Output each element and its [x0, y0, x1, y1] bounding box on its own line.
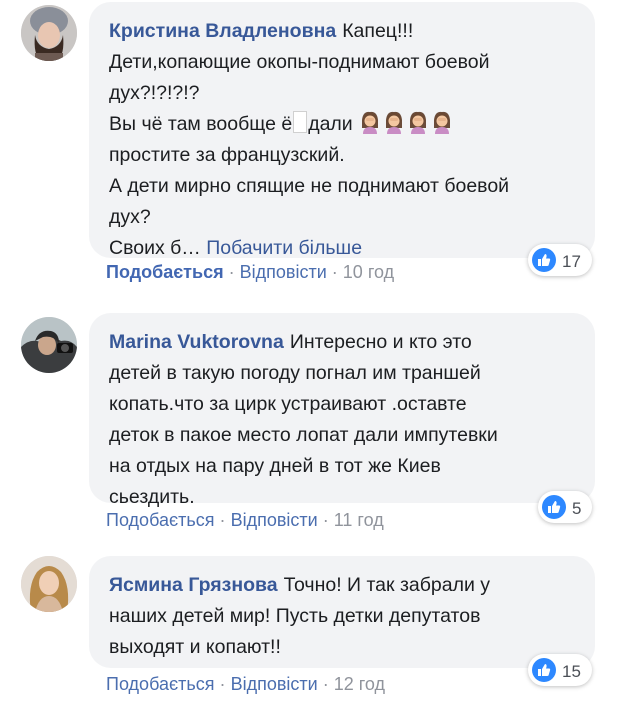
censored-glyph: [293, 111, 308, 133]
comment-text-line: дух?!?!?!?: [109, 82, 200, 104]
separator: ·: [322, 510, 329, 530]
reply-button[interactable]: Відповісти: [231, 674, 318, 694]
timestamp[interactable]: 10 год: [343, 262, 394, 282]
like-button[interactable]: Подобається: [106, 510, 215, 530]
reaction-number: 17: [562, 251, 581, 271]
reaction-count[interactable]: 5: [538, 491, 592, 523]
like-icon: [532, 248, 556, 272]
separator: ·: [322, 674, 329, 694]
reaction-number: 5: [572, 498, 582, 518]
comment-actions: Подобається · Відповісти · 12 год: [106, 674, 385, 695]
comment-text-line: на отдых на пару дней в тот же Киев: [109, 455, 441, 477]
separator: ·: [219, 510, 226, 530]
comment-text-line: дали: [308, 113, 353, 135]
comment-text-line: Дети,копающие окопы-поднимают боевой: [109, 51, 490, 73]
comment-text-line: Точно! И так забрали у: [283, 574, 491, 596]
see-more-link[interactable]: Побачити більше: [206, 237, 362, 259]
reply-button[interactable]: Відповісти: [240, 262, 327, 282]
comment-author[interactable]: Marina Vuktorovna: [109, 331, 284, 353]
separator: ·: [228, 262, 235, 282]
comment-actions: Подобається · Відповісти · 10 год: [106, 262, 394, 283]
comment-text-line: Капец!!!: [342, 20, 414, 42]
comment-text-line: Своих б…: [109, 237, 201, 259]
comment-bubble: Marina Vuktorovna Интересно и кто это дет…: [89, 313, 595, 508]
comment-text-line: простите за французский.: [109, 144, 345, 166]
like-button[interactable]: Подобається: [106, 674, 215, 694]
comment-bubble: Кристина Владленовна Капец!!! Дети,копающ…: [89, 2, 595, 259]
comment-text-line: деток в пакое место лопат дали импутевки: [109, 424, 498, 446]
comment-text-line: детей в такую погоду погнал им траншей: [109, 362, 481, 384]
reaction-number: 15: [562, 661, 581, 681]
reply-button[interactable]: Відповісти: [231, 510, 318, 530]
comment-text-line: сьездить.: [109, 486, 195, 508]
like-button[interactable]: Подобається: [106, 262, 224, 282]
comment-text-line: Интересно и кто это: [289, 331, 472, 353]
comment-text-line: копать.что за цирк устраивают .оставте: [109, 393, 467, 415]
comment-bubble: Ясмина Грязнова Точно! И так забрали у на…: [89, 556, 595, 668]
like-icon: [532, 658, 556, 682]
separator: ·: [331, 262, 338, 282]
avatar[interactable]: [21, 317, 77, 373]
comment-author[interactable]: Ясмина Грязнова: [109, 574, 278, 596]
timestamp[interactable]: 11 год: [334, 510, 384, 530]
comment-text-line: наших детей мир! Пусть детки депутатов: [109, 605, 481, 627]
comment-actions: Подобається · Відповісти · 11 год: [106, 510, 384, 531]
comment-text-line: дух?: [109, 206, 151, 228]
facepalm-woman-emoji: [358, 111, 454, 135]
comment-text-line: Вы чё там вообще ё: [109, 113, 293, 135]
timestamp[interactable]: 12 год: [334, 674, 385, 694]
separator: ·: [219, 674, 226, 694]
reaction-count[interactable]: 15: [528, 654, 592, 686]
comment-text-line: А дети мирно спящие не поднимают боевой: [109, 175, 510, 197]
reaction-count[interactable]: 17: [528, 244, 592, 276]
comment-author[interactable]: Кристина Владленовна: [109, 20, 336, 42]
avatar[interactable]: [21, 556, 77, 612]
like-icon: [542, 495, 566, 519]
avatar[interactable]: [21, 5, 77, 61]
comment-text-line: выходят и копают!!: [109, 636, 281, 658]
